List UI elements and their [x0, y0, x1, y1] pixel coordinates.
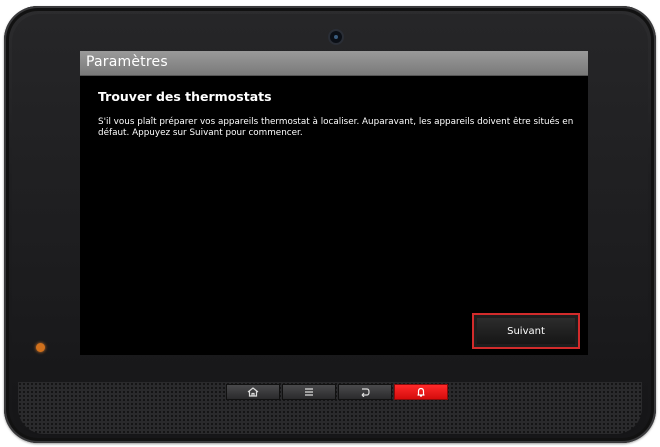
page-heading: Trouver des thermostats: [98, 89, 272, 104]
display-screen: Paramètres Trouver des thermostats S'il …: [80, 51, 588, 355]
bell-icon: [417, 387, 425, 397]
back-key[interactable]: [338, 384, 392, 400]
back-icon: [361, 388, 370, 397]
home-key[interactable]: [226, 384, 280, 400]
alarm-key[interactable]: [394, 384, 448, 400]
status-led: [36, 343, 45, 352]
instructions-text: S'il vous plaît préparer vos appareils t…: [98, 117, 574, 138]
home-icon: [247, 387, 259, 397]
camera-icon: [330, 31, 342, 43]
title-bar: Paramètres: [80, 51, 588, 76]
next-button-label: Suivant: [507, 325, 545, 337]
menu-icon: [305, 388, 313, 396]
next-button[interactable]: Suivant: [472, 313, 580, 349]
hardware-keys: [226, 384, 448, 400]
screen-title: Paramètres: [86, 54, 168, 70]
menu-key[interactable]: [282, 384, 336, 400]
